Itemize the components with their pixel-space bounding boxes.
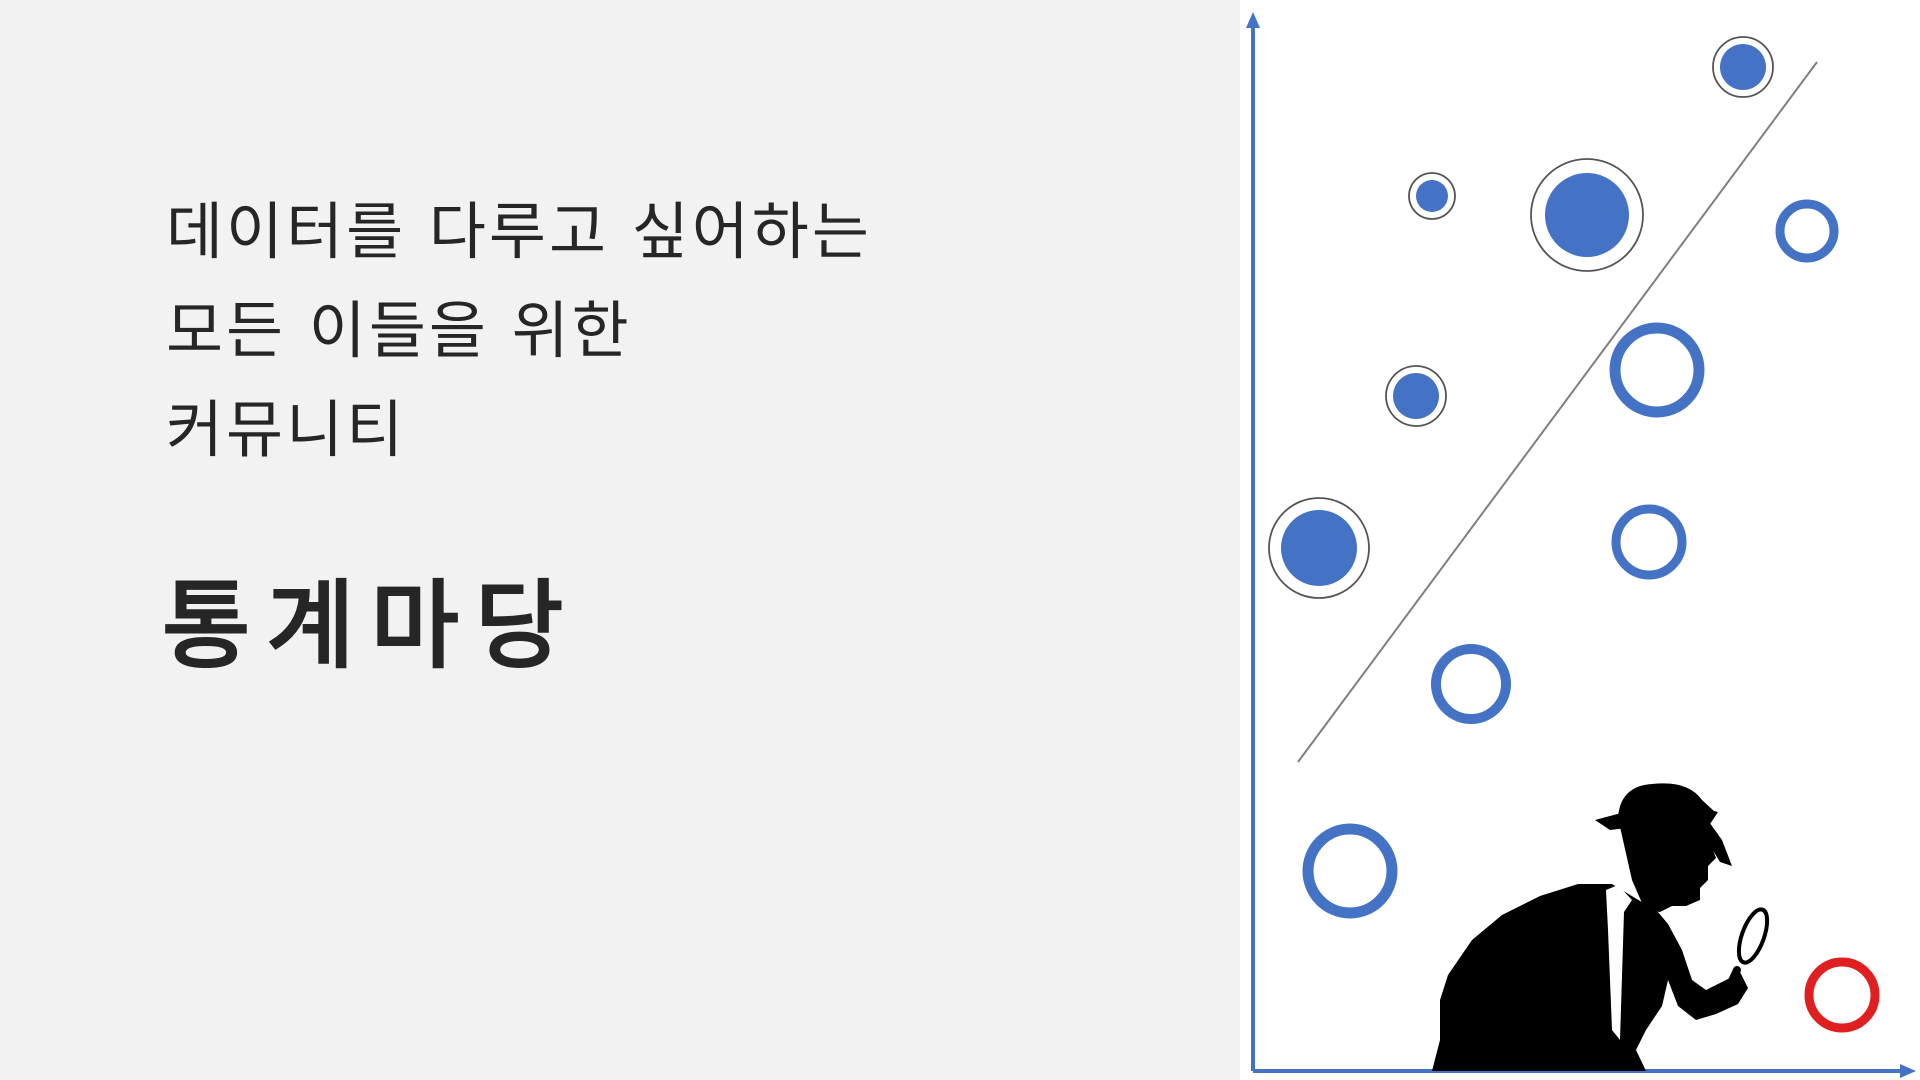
x-axis-arrow-icon <box>1900 1064 1916 1078</box>
y-axis-arrow-icon <box>1246 12 1260 28</box>
filled-point-core <box>1281 510 1357 586</box>
filled-point-core <box>1720 44 1766 90</box>
scatter-illustration <box>1246 12 1916 1078</box>
tagline-line-2: 모든 이들을 위한 <box>166 294 632 367</box>
brand-name: 통계마당 <box>162 570 580 682</box>
left-panel: 데이터를 다루고 싶어하는 모든 이들을 위한 커뮤니티 통계마당 <box>0 0 1240 1080</box>
filled-points <box>1268 36 1774 599</box>
ring-point <box>1302 823 1398 919</box>
tagline-line-1: 데이터를 다루고 싶어하는 <box>166 195 872 268</box>
ring-point <box>1609 322 1705 418</box>
ring-point <box>1431 644 1511 724</box>
ring-point <box>1775 199 1839 263</box>
tagline-line-3: 커뮤니티 <box>166 393 407 466</box>
filled-point-core <box>1393 373 1439 419</box>
ring-point <box>1611 504 1687 580</box>
detective-icon <box>1432 783 1770 1071</box>
filled-point-core <box>1416 180 1448 212</box>
filled-point-core <box>1545 173 1629 257</box>
tagline: 데이터를 다루고 싶어하는 모든 이들을 위한 커뮤니티 <box>166 182 872 479</box>
illustration-panel <box>1240 0 1920 1080</box>
highlight-ring-point <box>1804 957 1880 1033</box>
